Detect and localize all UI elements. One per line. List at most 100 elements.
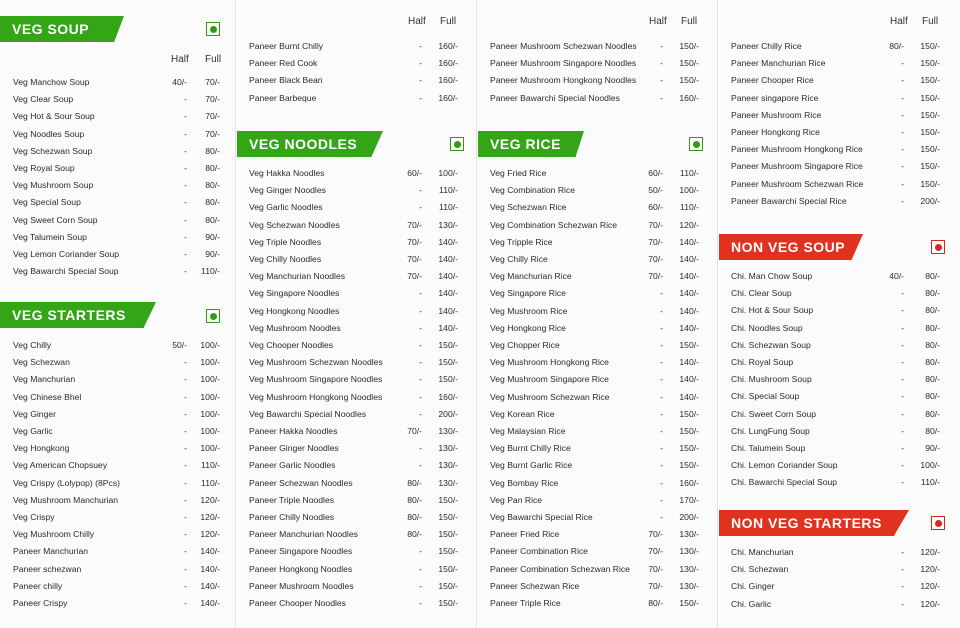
item-half-price: -: [419, 546, 422, 557]
item-name: Chi. Talumein Soup: [731, 443, 806, 453]
item-name: Paneer Hongkong Noodles: [249, 563, 353, 574]
menu-item: Veg Ginger - 100/-: [0, 406, 235, 423]
item-half-price: -: [184, 426, 187, 436]
item-name: Veg Mushroom Rice: [490, 305, 568, 316]
item-full-price: 130/-: [438, 477, 458, 488]
menu-item: Veg Crispy - 120/-: [0, 509, 235, 526]
menu-item: Veg Burnt Garlic Rice - 150/-: [478, 457, 717, 474]
item-name: Veg Manchow Soup: [13, 77, 90, 87]
menu-item: Veg Manchurian Noodles 70/- 140/-: [237, 268, 476, 285]
item-full-price: 140/-: [438, 236, 458, 247]
item-full-price: 150/-: [438, 546, 458, 557]
item-name: Paneer Triple Noodles: [249, 494, 335, 505]
item-half-price: 60/-: [648, 202, 663, 213]
half-header: Half: [649, 16, 667, 27]
menu-item: Veg Combination Schezwan Rice 70/- 120/-: [478, 217, 717, 234]
item-half-price: 70/-: [407, 236, 422, 247]
item-full-price: 80/-: [925, 391, 940, 402]
item-full-price: 150/-: [679, 340, 699, 350]
item-full-price: 150/-: [438, 529, 458, 540]
item-name: Veg Garlic: [13, 426, 53, 436]
item-half-price: 70/-: [648, 529, 663, 540]
item-name: Paneer Manchurian Noodles: [249, 529, 358, 540]
item-full-price: 150/-: [920, 41, 940, 51]
item-half-price: -: [660, 41, 663, 51]
item-name: Paneer Chilly Noodles: [249, 512, 335, 522]
item-name: Veg Chooper Noodles: [249, 340, 334, 350]
item-full-price: 150/-: [920, 92, 940, 103]
full-header: Full: [440, 16, 457, 27]
item-full-price: 80/-: [205, 163, 220, 173]
item-full-price: 150/-: [438, 357, 458, 368]
item-full-price: 90/-: [205, 231, 220, 242]
item-full-price: 120/-: [920, 564, 940, 575]
item-name: Veg Schezwan Noodles: [249, 219, 340, 230]
item-full-price: 140/-: [679, 374, 699, 385]
item-half-price: -: [901, 408, 904, 419]
item-name: Paneer Hakka Noodles: [249, 426, 338, 436]
menu-item: Veg Burnt Chilly Rice - 150/-: [478, 440, 717, 457]
item-half-price: -: [901, 178, 904, 189]
item-full-price: 80/-: [205, 180, 220, 191]
menu-item: Veg Garlic - 100/-: [0, 423, 235, 440]
item-name: Paneer Chilly Rice: [731, 41, 802, 51]
menu-item: Paneer Red Cook - 160/-: [237, 55, 476, 72]
menu-item: Paneer Schezwan Rice 70/- 130/-: [478, 578, 717, 595]
menu-item: Paneer Triple Noodles 80/- 150/-: [237, 492, 476, 509]
item-full-price: 80/-: [925, 374, 940, 385]
item-half-price: -: [419, 391, 422, 402]
item-name: Veg Schezwan: [13, 357, 70, 368]
item-name: Veg Mushroom Hongkong Rice: [490, 357, 609, 368]
item-half-price: -: [419, 340, 422, 350]
menu-item: Paneer singapore Rice - 150/-: [719, 90, 960, 107]
item-half-price: -: [184, 231, 187, 242]
item-full-price: 150/-: [438, 374, 458, 385]
item-name: Paneer Schezwan Rice: [490, 580, 580, 591]
item-half-price: -: [901, 598, 904, 609]
menu-item: Veg Hongkong Noodles - 140/-: [237, 303, 476, 320]
menu-item: Veg Chinese Bhel - 100/-: [0, 389, 235, 406]
item-full-price: 130/-: [438, 460, 458, 471]
menu-item: Paneer Mushroom Hongkong Noodles - 150/-: [478, 72, 717, 89]
menu-item: Chi. LungFung Soup - 80/-: [719, 423, 960, 440]
item-name: Paneer Burnt Chilly: [249, 41, 324, 51]
item-half-price: -: [419, 58, 422, 69]
item-full-price: 150/-: [679, 598, 699, 608]
menu-item: Chi. Garlic - 120/-: [719, 596, 960, 613]
menu-item: Veg Singapore Noodles - 140/-: [237, 285, 476, 302]
menu-item: Paneer Singapore Noodles - 150/-: [237, 543, 476, 560]
item-name: Veg Bawarchi Special Noodles: [249, 408, 367, 419]
item-name: Chi. Schezwan Soup: [731, 339, 811, 350]
menu-column-2: Half Full Paneer Burnt Chilly -160/- Panee…: [237, 0, 477, 628]
menu-item: Paneer Hongkong Noodles - 150/-: [237, 561, 476, 578]
item-full-price: 130/-: [438, 426, 458, 436]
menu-item: Paneer Mushroom Schezwan Rice - 150/-: [719, 176, 960, 193]
menu-item: Paneer Mushroom Noodles - 150/-: [237, 578, 476, 595]
menu-item: Veg Mushroom Schezwan Noodles - 150/-: [237, 354, 476, 371]
menu-item: Paneer Fried Rice 70/- 130/-: [478, 526, 717, 543]
item-half-price: 70/-: [648, 219, 663, 230]
item-name: Paneer schezwan: [13, 563, 82, 574]
nonveg-mark-icon: [931, 516, 945, 530]
item-name: Chi. Bawarchi Special Soup: [731, 477, 838, 488]
item-full-price: 120/-: [200, 529, 220, 540]
menu-item: Chi. Ginger - 120/-: [719, 578, 960, 595]
item-name: Paneer Mushroom Rice: [731, 109, 822, 120]
item-half-price: -: [184, 163, 187, 173]
item-name: Veg Crispy (Lolypop) (8Pcs): [13, 477, 120, 488]
item-half-price: -: [660, 512, 663, 522]
item-full-price: 150/-: [679, 408, 699, 419]
item-half-price: -: [660, 426, 663, 436]
item-name: Paneer Bawarchi Special Rice: [731, 195, 847, 206]
item-full-price: 90/-: [925, 443, 940, 453]
menu-item: Paneer Bawarchi Special Rice - 200/-: [719, 193, 960, 210]
item-full-price: 80/-: [925, 339, 940, 350]
menu-item: Chi. Schezwan - 120/-: [719, 561, 960, 578]
item-half-price: -: [660, 288, 663, 299]
item-full-price: 80/-: [925, 288, 940, 299]
item-full-price: 140/-: [200, 563, 220, 574]
menu-item: Veg Mushroom Singapore Noodles - 150/-: [237, 371, 476, 388]
item-full-price: 150/-: [679, 75, 699, 86]
item-full-price: 170/-: [679, 494, 699, 505]
item-half-price: -: [901, 58, 904, 69]
